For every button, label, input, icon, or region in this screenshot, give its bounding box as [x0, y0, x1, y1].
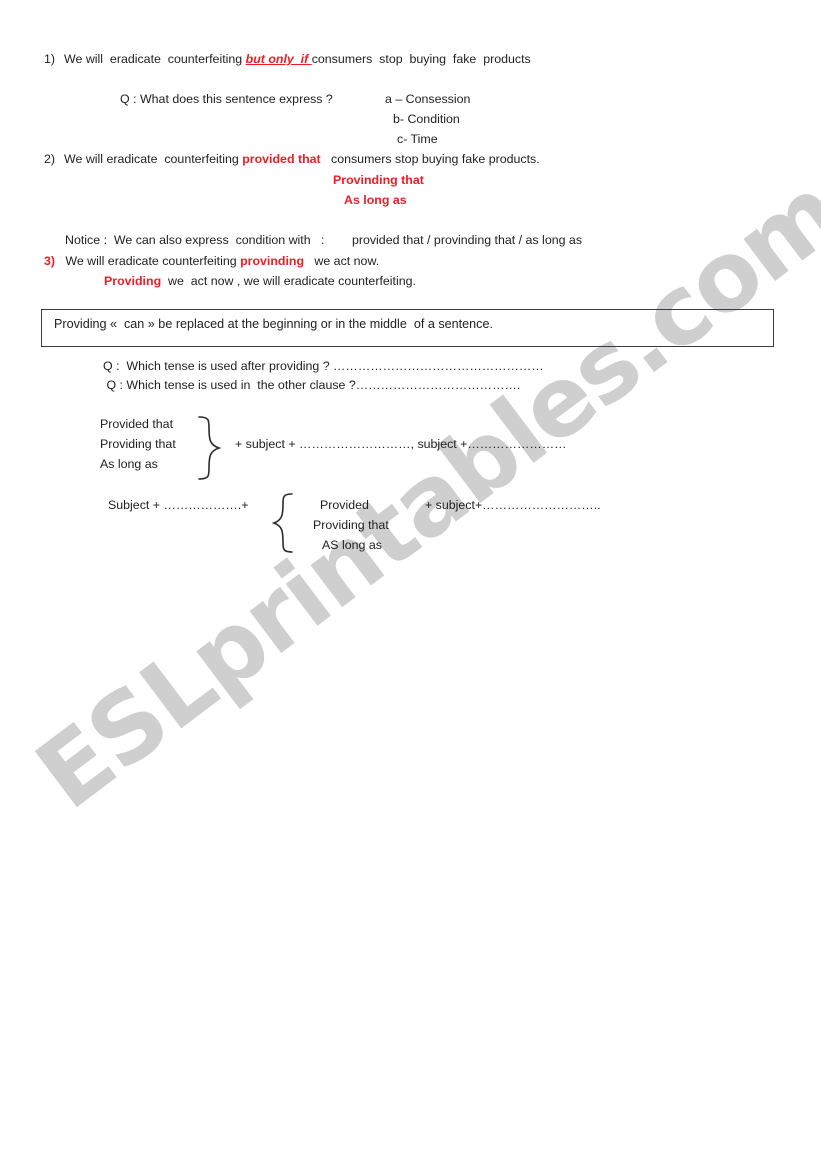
item-2-alternative-2: As long as: [344, 193, 407, 207]
item-3-highlight: provinding: [240, 254, 305, 268]
worksheet-page: ESLprintables.com 1) We will eradicate co…: [0, 0, 821, 1161]
tense-question-1: Q : Which tense is used after providing …: [103, 359, 544, 374]
tense-question-2-text: Q : Which tense is used in the other cla…: [103, 378, 356, 392]
right-curly-brace-icon: [196, 414, 230, 482]
item-3-text-b: we act now.: [304, 254, 380, 268]
tense-question-1-text: Q : Which tense is used after providing …: [103, 359, 334, 373]
notice-text: We can also express condition with : pro…: [107, 233, 583, 247]
structure-2-prefix: Subject + ……………….+: [108, 498, 249, 512]
tense-question-2: Q : Which tense is used in the other cla…: [103, 378, 520, 393]
exercise-item-1: 1) We will eradicate counterfeiting but o…: [44, 52, 531, 67]
tense-question-2-answer-blank[interactable]: ………………………………….: [356, 378, 521, 392]
exercise-item-3: 3) We will eradicate counterfeiting prov…: [44, 254, 379, 269]
structure-1-item-3: As long as: [100, 457, 158, 471]
item-3-second-rest: we act now , we will eradicate counterfe…: [161, 274, 416, 288]
item-2-alternative-1: Provinding that: [333, 173, 424, 187]
structure-2-item-2: Providing that: [313, 518, 389, 532]
question-1-option-a[interactable]: a – Consession: [385, 92, 470, 107]
item-3-second-highlight: Providing: [104, 274, 162, 288]
item-2-number: 2): [44, 152, 56, 166]
item-1-highlight: but only if: [245, 52, 312, 66]
question-1-prompt: Q : What does this sentence express ?: [120, 92, 333, 106]
structure-1-item-2: Providing that: [100, 437, 176, 451]
item-2-text-b: consumers stop buying fake products.: [320, 152, 540, 166]
exercise-item-2: 2) We will eradicate counterfeiting provi…: [44, 152, 540, 167]
structure-1-item-1: Provided that: [100, 417, 174, 431]
notice-box-text: Providing « can » be replaced at the beg…: [54, 317, 493, 331]
structure-1-formula: + subject + ………………………, subject +……………………: [235, 437, 567, 451]
structure-2-item-3: AS long as: [322, 538, 382, 552]
structure-2-formula: + subject+………………………..: [425, 498, 601, 512]
tense-question-1-answer-blank[interactable]: ……………………………………………: [333, 359, 544, 373]
item-3-text-a: We will eradicate counterfeiting: [55, 254, 241, 268]
notice-box: Providing « can » be replaced at the beg…: [41, 309, 774, 347]
exercise-item-3-line-2: Providing we act now , we will eradicate…: [104, 274, 416, 289]
item-1-text-a: We will eradicate counterfeiting: [64, 52, 246, 66]
structure-2-item-1: Provided: [320, 498, 369, 512]
item-2-highlight: provided that: [242, 152, 321, 166]
item-3-number: 3): [44, 254, 56, 268]
item-2-text-a: We will eradicate counterfeiting: [64, 152, 243, 166]
left-curly-brace-icon: [272, 492, 302, 554]
item-1-number: 1): [44, 52, 56, 66]
notice-line: Notice : We can also express condition w…: [65, 233, 582, 248]
question-1-option-c[interactable]: c- Time: [397, 132, 438, 147]
notice-label: Notice :: [65, 233, 108, 247]
question-1-option-b[interactable]: b- Condition: [393, 112, 460, 127]
worksheet-content: 1) We will eradicate counterfeiting but o…: [0, 0, 821, 1161]
item-1-text-b: consumers stop buying fake products: [311, 52, 531, 66]
